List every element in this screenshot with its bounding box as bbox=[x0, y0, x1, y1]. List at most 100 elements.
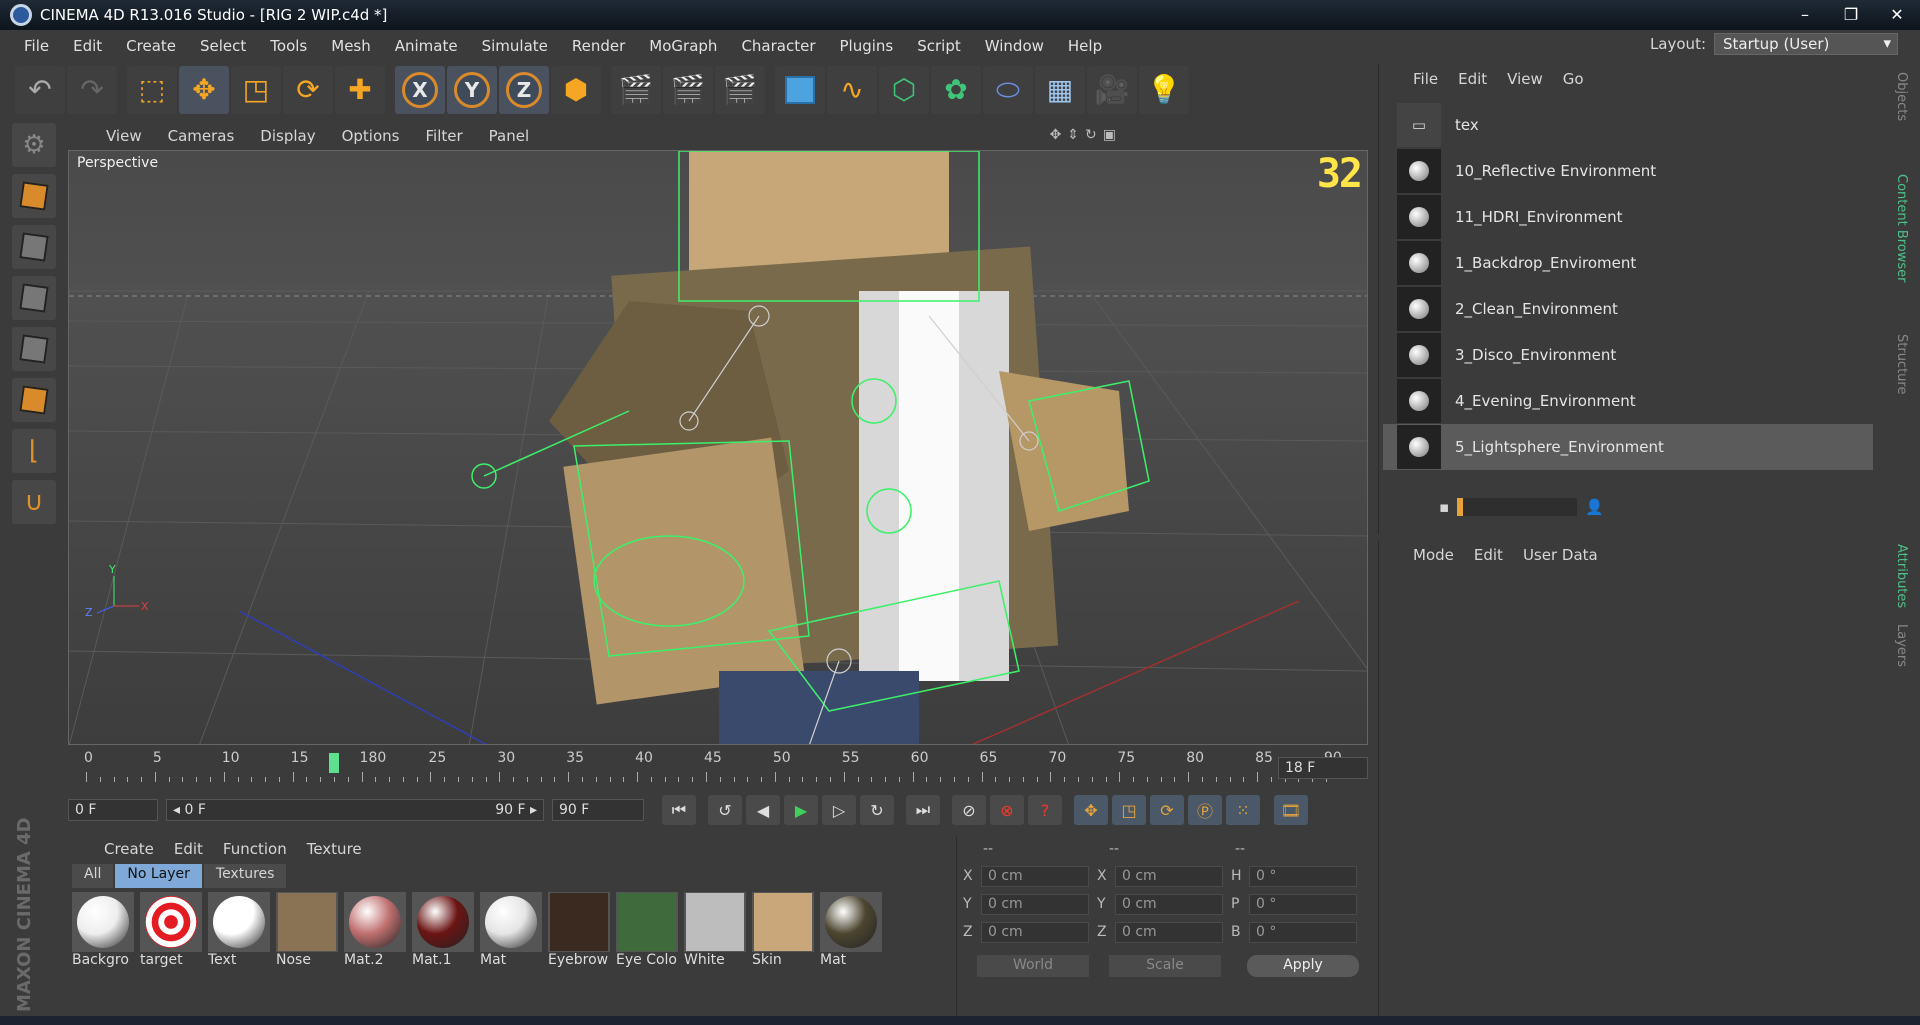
side-tab-content-browser[interactable]: Content Browser bbox=[1894, 174, 1909, 283]
current-frame-field[interactable]: 18 F bbox=[1278, 757, 1368, 779]
menu-plugins[interactable]: Plugins bbox=[828, 37, 906, 55]
menu-create[interactable]: Create bbox=[114, 37, 188, 55]
timeline-window-button[interactable]: 🎞 bbox=[1274, 795, 1308, 825]
coords-value-field[interactable]: 0 cm bbox=[1115, 865, 1223, 887]
texture-mode-button[interactable] bbox=[12, 225, 56, 269]
user-icon[interactable]: 👤 bbox=[1585, 498, 1604, 516]
menu-window[interactable]: Window bbox=[973, 37, 1056, 55]
material-menu-texture[interactable]: Texture bbox=[297, 840, 372, 858]
viewport-menu-view[interactable]: View bbox=[60, 127, 155, 145]
model-mode-button[interactable] bbox=[12, 174, 56, 218]
tab-no-layer[interactable]: No Layer bbox=[115, 864, 202, 888]
undo-button[interactable]: ↶ bbox=[15, 66, 65, 114]
material-swatch[interactable]: target bbox=[140, 892, 206, 968]
preview-range-slider[interactable]: ◂ 0 F 90 F ▸ bbox=[166, 799, 544, 821]
coords-value-field[interactable]: 0 cm bbox=[1115, 893, 1223, 915]
browser-menu-view[interactable]: View bbox=[1497, 70, 1553, 88]
menu-select[interactable]: Select bbox=[188, 37, 258, 55]
next-frame-button[interactable]: ▷ bbox=[822, 795, 856, 825]
side-tab-objects[interactable]: Objects bbox=[1894, 72, 1909, 121]
coords-value-field[interactable]: 0 cm bbox=[981, 921, 1089, 943]
coords-value-field[interactable]: 0 cm bbox=[981, 893, 1089, 915]
menu-tools[interactable]: Tools bbox=[258, 37, 319, 55]
live-selection-button[interactable]: ✚ bbox=[335, 66, 385, 114]
viewport-menu-panel[interactable]: Panel bbox=[476, 127, 542, 145]
y-axis-button[interactable]: Y bbox=[447, 66, 497, 114]
dolly-icon[interactable]: ⇕ bbox=[1067, 127, 1079, 143]
add-subdivision-button[interactable]: ⬡ bbox=[879, 66, 929, 114]
go-to-end-button[interactable]: ⏭ bbox=[906, 795, 940, 825]
points-mode-button[interactable] bbox=[12, 276, 56, 320]
timeline-playhead[interactable] bbox=[329, 753, 339, 773]
viewport-menu-filter[interactable]: Filter bbox=[412, 127, 475, 145]
material-menu-function[interactable]: Function bbox=[213, 840, 297, 858]
viewport-menu-options[interactable]: Options bbox=[329, 127, 413, 145]
material-swatch[interactable]: Eye Colo bbox=[616, 892, 682, 968]
tab-textures[interactable]: Textures bbox=[203, 864, 287, 888]
menu-render[interactable]: Render bbox=[560, 37, 637, 55]
perspective-viewport[interactable]: Y X Z Perspective 32 bbox=[68, 150, 1368, 745]
key-parameter-button[interactable]: Ⓟ bbox=[1188, 795, 1222, 825]
menu-edit[interactable]: Edit bbox=[61, 37, 114, 55]
autokey-button[interactable]: ⊗ bbox=[990, 795, 1024, 825]
orbit-icon[interactable]: ↻ bbox=[1085, 127, 1097, 143]
material-swatch[interactable]: Mat bbox=[820, 892, 886, 968]
coords-value-field[interactable]: 0 cm bbox=[981, 865, 1089, 887]
prev-key-button[interactable]: ↺ bbox=[708, 795, 742, 825]
layout-dropdown[interactable]: Startup (User) bbox=[1714, 33, 1898, 55]
material-swatch[interactable]: White bbox=[684, 892, 750, 968]
material-menu-create[interactable]: Create bbox=[68, 840, 164, 858]
side-tab-structure[interactable]: Structure bbox=[1894, 334, 1909, 394]
close-button[interactable]: ✕ bbox=[1874, 0, 1920, 28]
add-deformer-button[interactable]: ⬭ bbox=[983, 66, 1033, 114]
x-axis-button[interactable]: X bbox=[395, 66, 445, 114]
key-pla-button[interactable]: ⁙ bbox=[1226, 795, 1260, 825]
menu-script[interactable]: Script bbox=[905, 37, 973, 55]
menu-help[interactable]: Help bbox=[1056, 37, 1114, 55]
side-tab-layers[interactable]: Layers bbox=[1894, 624, 1909, 667]
add-camera-button[interactable]: 🎥 bbox=[1087, 66, 1137, 114]
play-button[interactable]: ▶ bbox=[784, 795, 818, 825]
scale-tool-button[interactable]: ◳ bbox=[231, 66, 281, 114]
menu-mesh[interactable]: Mesh bbox=[319, 37, 383, 55]
material-swatch[interactable]: Backgro bbox=[72, 892, 138, 968]
maximize-button[interactable]: ❐ bbox=[1828, 0, 1874, 28]
browser-menu-go[interactable]: Go bbox=[1553, 70, 1594, 88]
add-array-button[interactable]: ✿ bbox=[931, 66, 981, 114]
coords-value-field[interactable]: 0 ° bbox=[1249, 865, 1357, 887]
browser-menu-edit[interactable]: Edit bbox=[1448, 70, 1497, 88]
thumbnail-size-slider[interactable] bbox=[1457, 498, 1578, 516]
menu-file[interactable]: File bbox=[0, 37, 61, 55]
go-to-start-button[interactable]: ⏮ bbox=[662, 795, 696, 825]
z-axis-button[interactable]: Z bbox=[499, 66, 549, 114]
menu-animate[interactable]: Animate bbox=[383, 37, 470, 55]
add-spline-button[interactable]: ∿ bbox=[827, 66, 877, 114]
edges-mode-button[interactable] bbox=[12, 327, 56, 371]
preset-list-item[interactable]: 2_Clean_Environment bbox=[1383, 286, 1873, 332]
snap-button[interactable]: ∪ bbox=[12, 480, 56, 524]
material-swatch[interactable]: Skin bbox=[752, 892, 818, 968]
preset-list-item[interactable]: 11_HDRI_Environment bbox=[1383, 194, 1873, 240]
preset-list-item[interactable]: 1_Backdrop_Enviroment bbox=[1383, 240, 1873, 286]
pan-icon[interactable]: ✥ bbox=[1050, 127, 1062, 143]
next-key-button[interactable]: ↻ bbox=[860, 795, 894, 825]
key-scale-button[interactable]: ◳ bbox=[1112, 795, 1146, 825]
attribute-menu-edit[interactable]: Edit bbox=[1464, 546, 1513, 564]
rotate-tool-button[interactable]: ⟳ bbox=[283, 66, 333, 114]
axis-mode-button[interactable]: ⌊ bbox=[12, 429, 56, 473]
coords-value-field[interactable]: 0 ° bbox=[1249, 893, 1357, 915]
polygons-mode-button[interactable] bbox=[12, 378, 56, 422]
preset-list-item[interactable]: 3_Disco_Environment bbox=[1383, 332, 1873, 378]
add-cube-button[interactable] bbox=[775, 66, 825, 114]
redo-button[interactable]: ↷ bbox=[67, 66, 117, 114]
minimize-button[interactable]: – bbox=[1782, 0, 1828, 28]
preset-list-item[interactable]: 5_Lightsphere_Environment bbox=[1383, 424, 1873, 470]
menu-simulate[interactable]: Simulate bbox=[470, 37, 560, 55]
start-frame-field[interactable]: 0 F bbox=[68, 799, 158, 821]
preset-list-item[interactable]: 4_Evening_Environment bbox=[1383, 378, 1873, 424]
material-swatch[interactable]: Nose bbox=[276, 892, 342, 968]
viewport-menu-cameras[interactable]: Cameras bbox=[155, 127, 248, 145]
viewport-menu-display[interactable]: Display bbox=[247, 127, 328, 145]
prev-frame-button[interactable]: ◀ bbox=[746, 795, 780, 825]
side-tab-attributes[interactable]: Attributes bbox=[1894, 544, 1909, 608]
